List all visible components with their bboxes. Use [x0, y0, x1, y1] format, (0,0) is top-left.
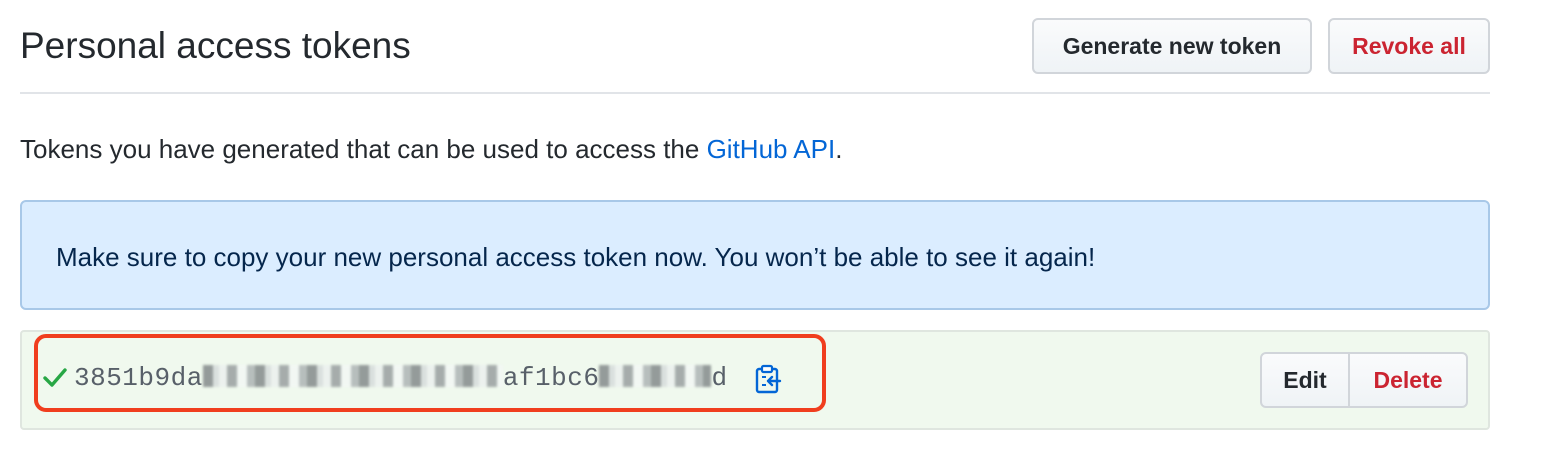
- token-prefix: 3851b9da: [74, 363, 203, 393]
- intro-text-before: Tokens you have generated that can be us…: [20, 134, 707, 164]
- token-value: 3851b9da af1bc6 d: [74, 361, 728, 395]
- token-suffix: d: [711, 363, 728, 393]
- intro-text-after: .: [835, 134, 843, 164]
- token-redacted-segment: [202, 365, 503, 387]
- intro-text: Tokens you have generated that can be us…: [20, 132, 842, 166]
- edit-token-button[interactable]: Edit: [1262, 354, 1350, 406]
- page-title: Personal access tokens: [20, 25, 411, 66]
- token-actions: Edit Delete: [1260, 352, 1468, 408]
- copy-token-notice-text: Make sure to copy your new personal acce…: [56, 242, 1096, 272]
- copy-token-notice: Make sure to copy your new personal acce…: [20, 200, 1490, 310]
- check-icon: [43, 368, 67, 387]
- token-middle: af1bc6: [502, 363, 600, 393]
- github-api-link[interactable]: GitHub API: [707, 134, 836, 164]
- generate-new-token-button[interactable]: Generate new token: [1032, 18, 1312, 74]
- header-divider: [20, 92, 1490, 94]
- clipboard-copy-icon[interactable]: [754, 364, 782, 394]
- revoke-all-button[interactable]: Revoke all: [1328, 18, 1490, 74]
- delete-token-button[interactable]: Delete: [1350, 354, 1466, 406]
- token-redacted-segment-2: [599, 365, 712, 387]
